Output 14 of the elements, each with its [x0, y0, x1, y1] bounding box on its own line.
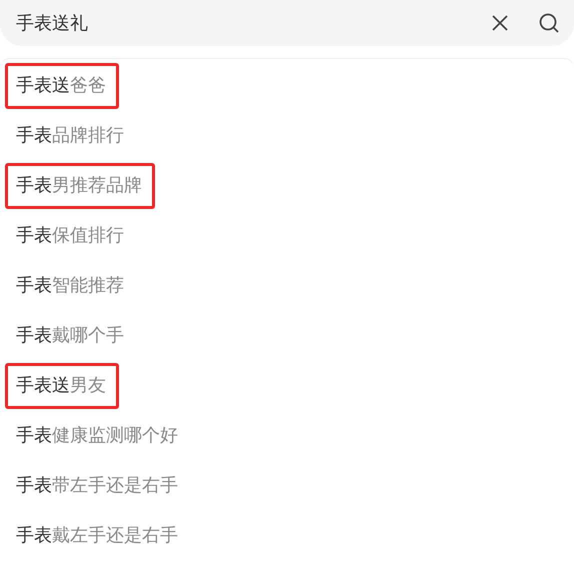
- search-query: 手表送礼: [16, 12, 89, 35]
- suggestion-item[interactable]: 手表保值排行: [5, 213, 137, 259]
- suggestion-item[interactable]: 手表送男友: [5, 363, 119, 409]
- suggestion-item[interactable]: 手表带左手还是右手: [5, 463, 191, 509]
- clear-icon[interactable]: [490, 13, 510, 33]
- suggestion-item[interactable]: 手表戴左手还是右手: [5, 513, 191, 559]
- suggestion-item[interactable]: 手表送爸爸: [5, 63, 119, 109]
- search-icon[interactable]: [538, 12, 560, 34]
- suggestion-item[interactable]: 手表男推荐品牌: [5, 163, 155, 209]
- suggestion-item[interactable]: 手表健康监测哪个好: [5, 413, 191, 459]
- suggestion-item[interactable]: 手表戴哪个手: [5, 313, 137, 359]
- suggestion-item[interactable]: 手表智能推荐: [5, 263, 137, 309]
- suggestion-item[interactable]: 手表品牌排行: [5, 113, 137, 159]
- search-field[interactable]: 手表送礼: [0, 0, 574, 46]
